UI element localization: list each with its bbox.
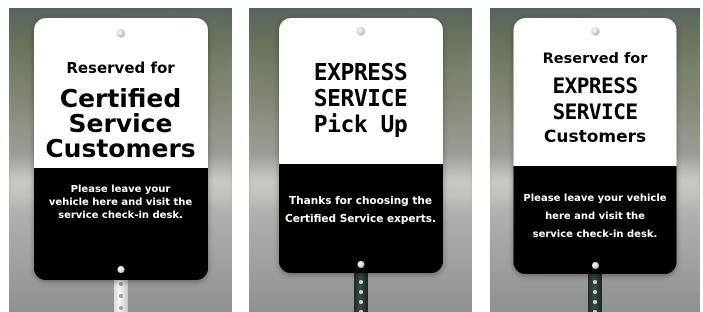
bolt-icon (117, 266, 124, 273)
sign-heading-line: Pick Up (313, 112, 408, 138)
sign-heading-line: EXPRESS (552, 73, 638, 98)
sign-white-section: Reserved for EXPRESS SERVICE Customers (513, 18, 677, 166)
sign-white-section: EXPRESS SERVICE Pick Up (278, 18, 443, 164)
image-collage: Reserved for Certified Service Customers… (0, 0, 703, 312)
bolt-icon (357, 261, 364, 268)
bolt-icon (357, 28, 364, 35)
sign-message-line: Please leave your (70, 184, 171, 195)
parking-sign: Reserved for EXPRESS SERVICE Customers P… (513, 18, 677, 274)
sign-message-line: Certified Service experts. (285, 213, 436, 225)
sign-message-line: vehicle here and visit the (48, 197, 193, 208)
sign-heading-line: Customers (45, 134, 196, 163)
sign-white-section: Reserved for Certified Service Customers (33, 18, 208, 168)
sign-heading-line: Service (68, 109, 173, 138)
sign-post (588, 268, 602, 312)
sign-heading-line: Certified (59, 84, 182, 113)
parking-sign: Reserved for Certified Service Customers… (33, 18, 208, 280)
sign-black-section: Please leave your vehicle here and visit… (513, 166, 677, 274)
bolt-icon (117, 30, 124, 37)
sign-photo-certified-service: Reserved for Certified Service Customers… (9, 8, 232, 312)
sign-heading-line: Reserved for (542, 51, 648, 67)
sign-heading-line: SERVICE (313, 86, 408, 112)
sign-heading-line: Customers (543, 126, 647, 147)
sign-black-section: Please leave your vehicle here and visit… (33, 168, 208, 280)
sign-message-line: here and visit the (545, 211, 645, 222)
sign-post (353, 268, 368, 312)
parking-sign: EXPRESS SERVICE Pick Up Thanks for choos… (278, 18, 443, 273)
sign-heading-line: SERVICE (552, 99, 638, 124)
sign-photo-express-service-customers: Reserved for EXPRESS SERVICE Customers P… (490, 8, 700, 312)
sign-heading-line: Reserved for (66, 59, 175, 77)
sign-black-section: Thanks for choosing the Certified Servic… (278, 164, 443, 273)
sign-photo-express-pickup: EXPRESS SERVICE Pick Up Thanks for choos… (249, 8, 472, 312)
sign-message-line: Please leave your vehicle (523, 193, 667, 204)
sign-message-line: service check-in desk. (532, 229, 658, 240)
sign-message-line: service check-in desk. (58, 210, 183, 221)
bolt-icon (591, 28, 599, 35)
bolt-icon (591, 262, 599, 269)
sign-message-line: Thanks for choosing the (289, 195, 432, 207)
